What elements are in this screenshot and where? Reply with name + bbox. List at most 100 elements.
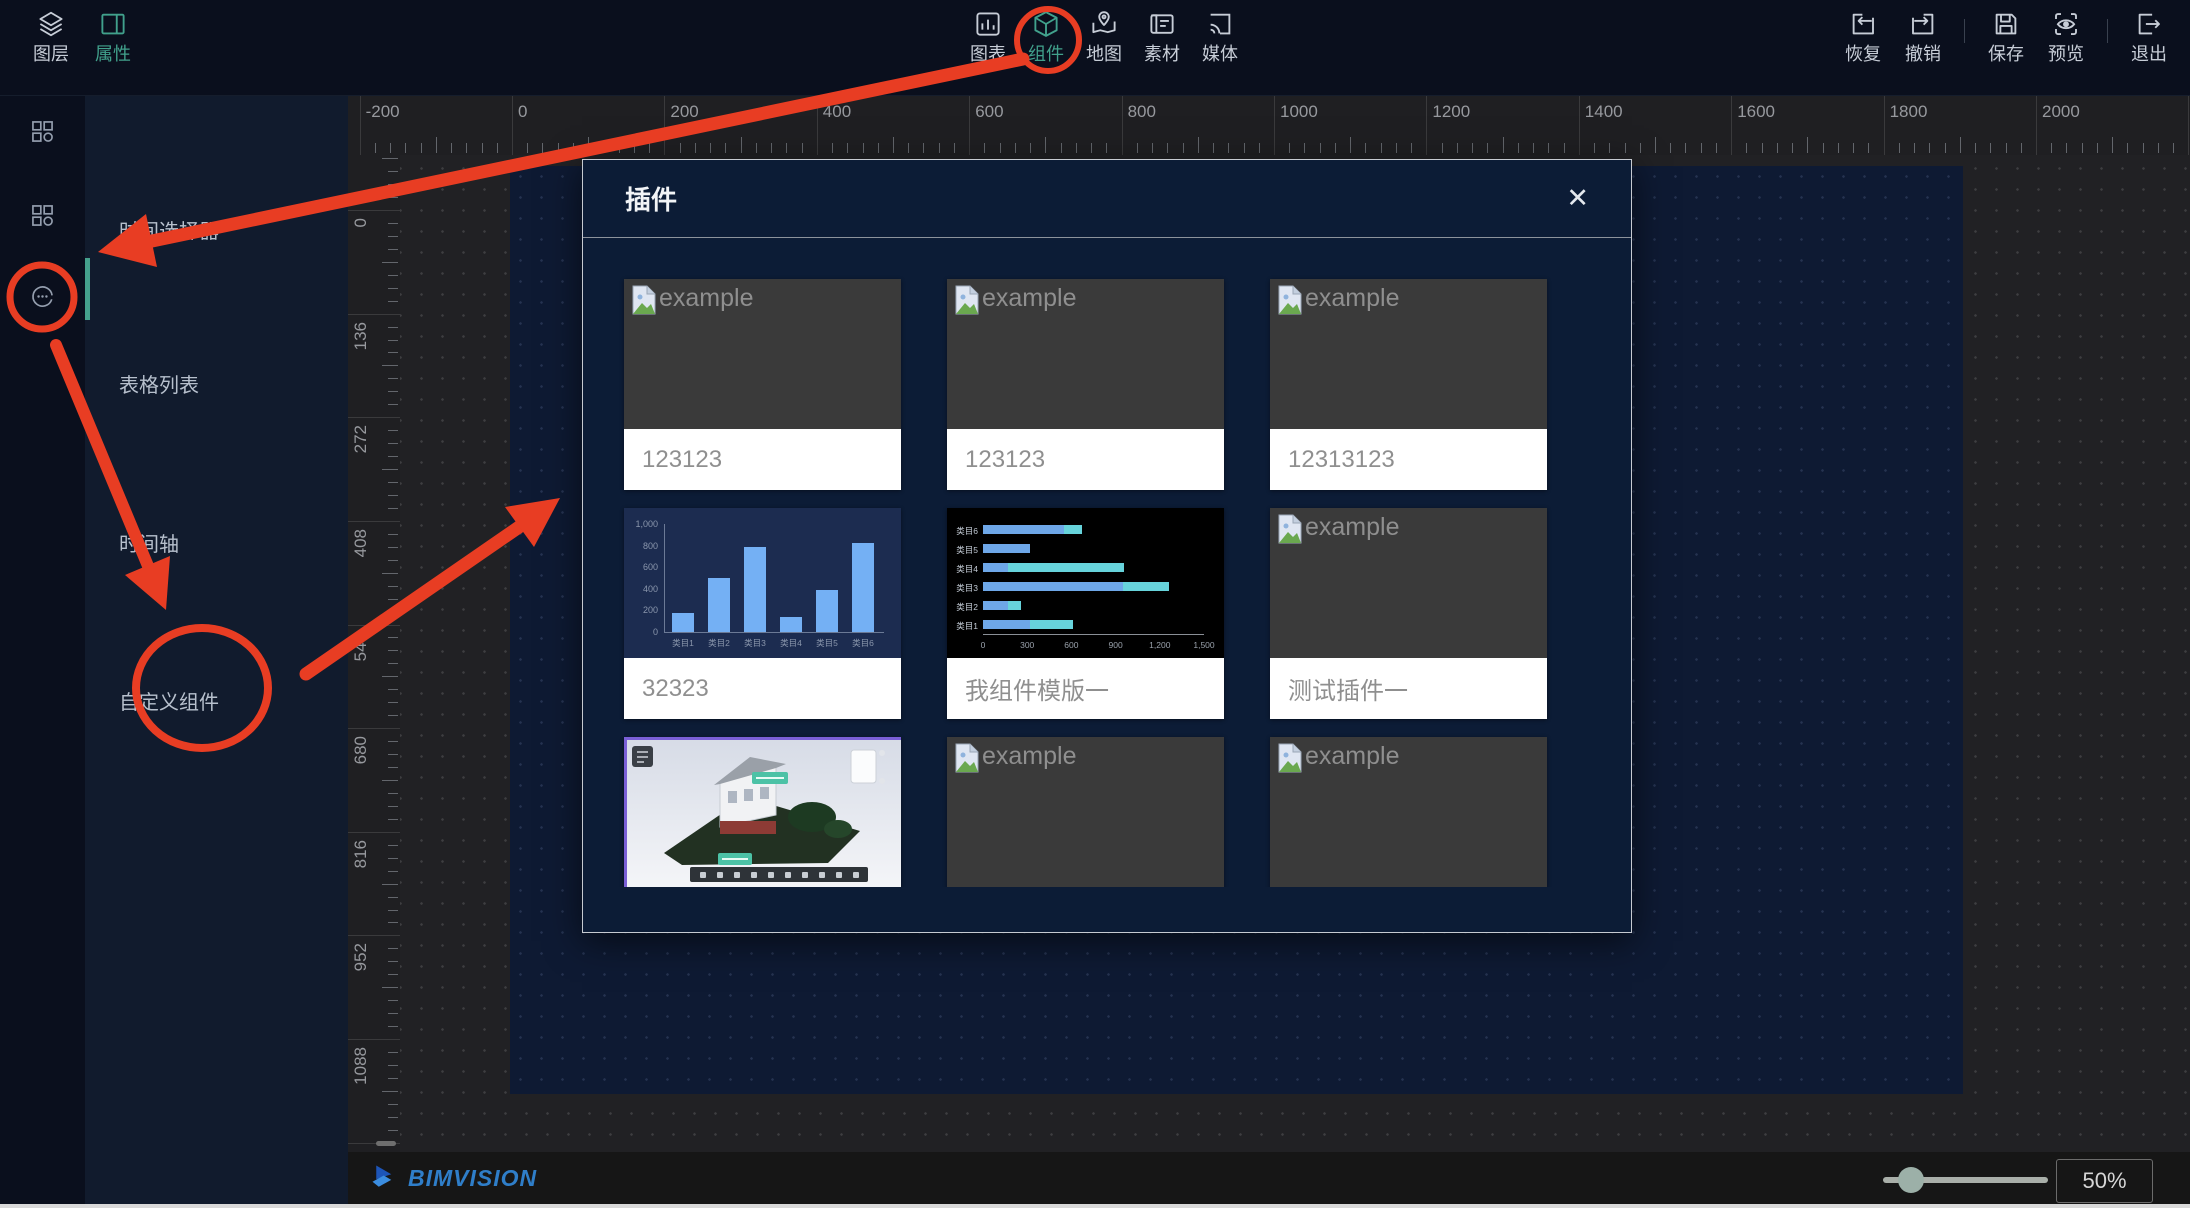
ruler-horizontal: -200020040060080010001200140016001800200…	[348, 95, 2190, 155]
broken-image: example	[1277, 743, 1400, 778]
assets-icon	[1147, 9, 1177, 39]
bar-segment	[983, 525, 1064, 534]
plugin-cards-grid: example123123example123123example1231312…	[624, 279, 1547, 887]
y-axis-label: 类目3	[947, 582, 978, 594]
y-axis-label: 0	[624, 627, 658, 637]
y-axis-line	[664, 524, 665, 632]
bar	[852, 543, 874, 632]
plugin-thumbnail: example	[1270, 279, 1547, 429]
toolbar-item-exit[interactable]: 退出	[2124, 9, 2174, 64]
plugin-cards-area: example123123example123123example1231312…	[583, 239, 1631, 887]
grid-icon	[29, 118, 56, 145]
rail-item-widget-group-1[interactable]	[29, 118, 56, 145]
plugin-thumbnail: example	[1270, 508, 1547, 658]
toolbar-item-media[interactable]: 媒体	[1198, 9, 1242, 64]
x-axis-label: 1,200	[1145, 640, 1175, 650]
toolbar-divider	[1964, 19, 1965, 43]
plugin-thumbnail: 02004006008001,000类目1类目2类目3类目4类目5类目6	[624, 508, 901, 658]
bimvision-logo: BIMVISION	[370, 1163, 537, 1193]
toolbar-item-label: 属性	[95, 44, 131, 64]
plugin-caption: 测试插件一	[1270, 658, 1547, 719]
bar-chart-icon	[973, 9, 1003, 39]
ruler-label: 136	[351, 322, 371, 350]
x-axis-line	[983, 634, 1204, 635]
broken-image: example	[954, 285, 1077, 320]
ruler-label: 272	[351, 425, 371, 453]
toolbar-item-label: 预览	[2048, 44, 2084, 64]
media-icon	[1205, 9, 1235, 39]
plugin-card[interactable]: example	[1270, 737, 1547, 887]
plugin-caption: 12313123	[1270, 429, 1547, 490]
ruler-label: 0	[351, 218, 371, 227]
preview-icon	[2051, 9, 2081, 39]
bim-screenshot-thumbnail	[624, 737, 901, 887]
ruler-label: 544	[351, 633, 371, 661]
toolbar-item-undo[interactable]: 撤销	[1898, 9, 1948, 64]
bar	[708, 578, 730, 632]
y-axis-label: 200	[624, 605, 658, 615]
plugin-card[interactable]	[624, 737, 901, 887]
plugin-card[interactable]: example 测试插件一	[1270, 508, 1547, 719]
bar-segment	[983, 544, 1030, 553]
zoom-slider-knob[interactable]	[1898, 1167, 1924, 1193]
plugin-caption: 我组件模版一	[947, 658, 1224, 719]
toolbar-item-save[interactable]: 保存	[1981, 9, 2031, 64]
toolbar-item-components[interactable]: 组件	[1024, 9, 1068, 64]
x-axis-label: 600	[1056, 640, 1086, 650]
ruler-label: 816	[351, 840, 371, 868]
bar-segment	[1030, 620, 1073, 629]
broken-image-alt-text: example	[982, 285, 1077, 311]
status-bar: BIMVISION 50%	[348, 1152, 2190, 1208]
plugin-card[interactable]: example123123	[624, 279, 901, 490]
properties-icon	[98, 9, 128, 39]
plugin-card[interactable]: example12313123	[1270, 279, 1547, 490]
broken-image: example	[631, 285, 754, 320]
y-axis-label: 400	[624, 584, 658, 594]
canvas-horizontal-scrollbar[interactable]	[376, 1141, 396, 1146]
sidebar-scrollbar[interactable]	[85, 258, 90, 320]
toolbar-item-assets[interactable]: 素材	[1140, 9, 1184, 64]
ruler-vertical: 01362724085446808169521088	[348, 155, 400, 1152]
toolbar-item-map[interactable]: 地图	[1082, 9, 1126, 64]
toolbar-item-preview[interactable]: 预览	[2041, 9, 2091, 64]
plugin-thumbnail: 类目6类目5类目4类目3类目2类目103006009001,2001,500	[947, 508, 1224, 658]
ruler-label: 1088	[351, 1047, 371, 1085]
toolbar-item-layers[interactable]: 图层	[26, 9, 76, 64]
toolbar-item-label: 组件	[1028, 44, 1064, 64]
x-axis-label: 类目5	[809, 637, 845, 649]
rail-item-more[interactable]	[29, 283, 56, 310]
x-axis-label: 900	[1101, 640, 1131, 650]
bar-segment	[983, 563, 1008, 572]
grid-icon	[29, 202, 56, 229]
y-axis-label: 类目2	[947, 601, 978, 613]
more-icon	[29, 283, 56, 310]
bar-segment	[1123, 582, 1169, 591]
x-axis-label: 1,500	[1189, 640, 1219, 650]
section-title-timeline: 时间轴	[119, 528, 179, 557]
x-axis-label: 0	[968, 640, 998, 650]
toolbar-item-label: 素材	[1144, 44, 1180, 64]
toolbar-item-properties[interactable]: 属性	[88, 9, 138, 64]
ruler-label: 408	[351, 529, 371, 557]
x-axis-line	[664, 632, 884, 633]
toolbar-item-redo[interactable]: 恢复	[1838, 9, 1888, 64]
toolbar-item-charts[interactable]: 图表	[966, 9, 1010, 64]
plugin-card[interactable]: 类目6类目5类目4类目3类目2类目103006009001,2001,500我组…	[947, 508, 1224, 719]
y-axis-label: 类目4	[947, 563, 978, 575]
broken-image-icon	[954, 743, 980, 778]
section-title-custom: 自定义组件	[119, 686, 219, 715]
bimvision-logo-icon	[370, 1163, 400, 1193]
close-icon[interactable]: ✕	[1566, 185, 1589, 212]
ruler-label: 0	[518, 102, 527, 122]
broken-image: example	[954, 743, 1077, 778]
rail-item-widget-group-2[interactable]	[29, 202, 56, 229]
y-axis-label: 类目1	[947, 620, 978, 632]
broken-image: example	[1277, 514, 1400, 549]
ruler-label: 1200	[1432, 102, 1470, 122]
bar-segment	[1064, 525, 1082, 534]
toolbar-item-label: 保存	[1988, 44, 2024, 64]
plugin-card[interactable]: 02004006008001,000类目1类目2类目3类目4类目5类目63232…	[624, 508, 901, 719]
broken-image-icon	[1277, 514, 1303, 549]
plugin-card[interactable]: example123123	[947, 279, 1224, 490]
plugin-card[interactable]: example	[947, 737, 1224, 887]
